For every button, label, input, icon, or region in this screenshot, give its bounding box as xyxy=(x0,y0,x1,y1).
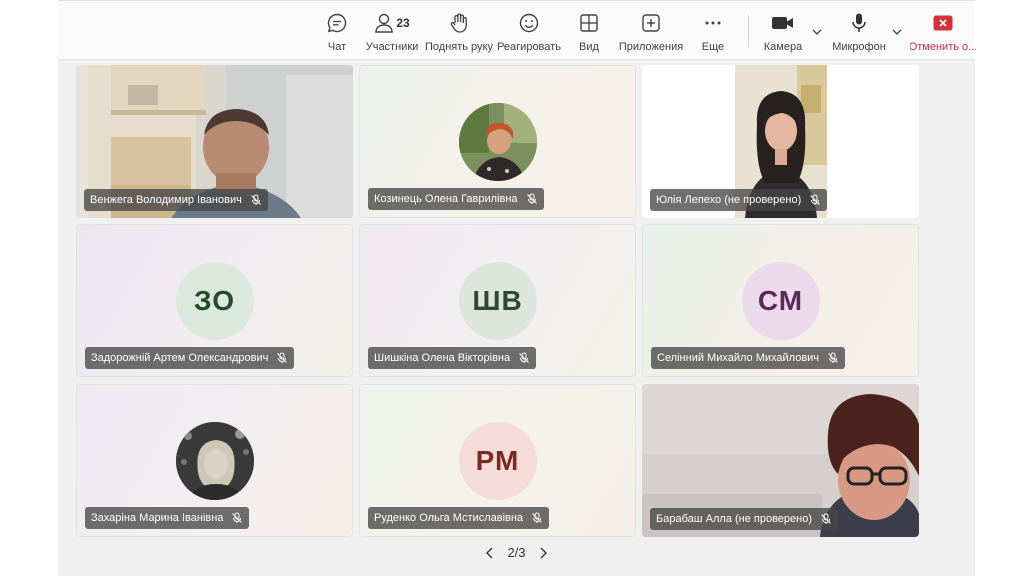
participants-label: Участники xyxy=(365,41,419,53)
participant-name-label: Шишкіна Олена Вікторівна xyxy=(368,347,537,369)
add-app-icon xyxy=(641,11,661,35)
mic-muted-icon xyxy=(809,194,821,206)
mic-muted-icon xyxy=(526,193,538,205)
participant-name-label: Барабаш Алла (не проверено) xyxy=(650,508,838,530)
view-button[interactable]: Вид xyxy=(576,11,602,57)
toolbar-divider xyxy=(748,15,749,47)
gallery-pager: 2/3 xyxy=(58,545,975,560)
participant-tile[interactable]: Барабаш Алла (не проверено) xyxy=(642,384,919,537)
apps-button[interactable]: Приложения xyxy=(618,11,684,57)
participant-name-label: Руденко Ольга Мстиславівна xyxy=(368,507,550,529)
microphone-label: Микрофон xyxy=(832,41,886,53)
participant-tile[interactable]: Юлія Лепехо (не проверено) xyxy=(642,65,919,218)
react-label: Реагировать xyxy=(497,41,561,53)
participant-name: Задорожній Артем Олександрович xyxy=(91,352,269,364)
microphone-options-chevron-icon[interactable] xyxy=(891,25,903,37)
participant-name-label: Задорожній Артем Олександрович xyxy=(85,347,295,369)
mic-muted-icon xyxy=(827,352,839,364)
participant-name-label: Юлія Лепехо (не проверено) xyxy=(650,189,828,211)
participants-icon-wrap: 23 xyxy=(374,11,410,35)
leave-x-icon xyxy=(933,11,953,35)
microphone-button[interactable]: Микрофон xyxy=(830,11,888,57)
raise-hand-button[interactable]: Поднять руку xyxy=(425,11,493,57)
mic-muted-icon xyxy=(250,194,262,206)
initials-avatar: СМ xyxy=(741,261,820,340)
participant-name: Руденко Ольга Мстиславівна xyxy=(374,512,524,524)
participant-tile[interactable]: Козинець Олена Гаврилівна xyxy=(359,65,636,218)
person-icon xyxy=(375,13,394,33)
participant-tile[interactable]: Венжега Володимир Іванович xyxy=(76,65,353,218)
participant-name: Венжега Володимир Іванович xyxy=(90,194,242,206)
leave-label: Отменить о... xyxy=(910,41,976,53)
participant-name-label: Захаріна Марина Іванівна xyxy=(85,507,250,529)
mic-muted-icon xyxy=(276,352,288,364)
initials-avatar: РМ xyxy=(458,421,537,500)
camera-icon xyxy=(771,11,795,35)
participant-tile[interactable]: ЗО Задорожній Артем Олександрович xyxy=(76,224,353,377)
raise-hand-label: Поднять руку xyxy=(425,41,493,53)
participant-name: Козинець Олена Гаврилівна xyxy=(374,193,518,205)
teams-meeting-window: Чат 23 Участники Поднять руку Реагироват… xyxy=(58,0,976,576)
smile-icon xyxy=(518,11,540,35)
mic-muted-icon xyxy=(231,512,243,524)
hand-icon xyxy=(449,11,469,35)
grid-view-icon xyxy=(579,11,599,35)
initials-avatar: ШВ xyxy=(458,261,537,340)
participant-name: Юлія Лепехо (не проверено) xyxy=(656,194,802,206)
participant-photo-avatar xyxy=(458,102,537,181)
initials-avatar: ЗО xyxy=(175,261,254,340)
participant-name-label: Селінний Михайло Михайлович xyxy=(651,347,846,369)
meeting-toolbar: Чат 23 Участники Поднять руку Реагироват… xyxy=(58,0,976,60)
chat-icon xyxy=(326,11,348,35)
participants-button[interactable]: 23 Участники xyxy=(366,11,418,57)
camera-button[interactable]: Камера xyxy=(762,11,804,57)
participant-name: Барабаш Алла (не проверено) xyxy=(656,513,812,525)
participant-photo-avatar xyxy=(175,421,254,500)
page-indicator: 2/3 xyxy=(507,545,526,560)
camera-label: Камера xyxy=(763,41,803,53)
microphone-icon xyxy=(849,11,869,35)
participant-tile[interactable]: РМ Руденко Ольга Мстиславівна xyxy=(359,384,636,537)
camera-options-chevron-icon[interactable] xyxy=(811,25,823,37)
more-dots-icon xyxy=(703,11,723,35)
leave-button[interactable]: Отменить о... xyxy=(910,11,976,57)
participant-name: Селінний Михайло Михайлович xyxy=(657,352,820,364)
next-page-chevron-icon[interactable] xyxy=(538,546,548,560)
participant-name-label: Венжега Володимир Іванович xyxy=(84,189,268,211)
chat-label: Чат xyxy=(327,41,347,53)
previous-page-chevron-icon[interactable] xyxy=(485,546,495,560)
participant-name-label: Козинець Олена Гаврилівна xyxy=(368,188,544,210)
participants-count: 23 xyxy=(396,16,410,30)
participant-name: Захаріна Марина Іванівна xyxy=(91,512,224,524)
more-button[interactable]: Еще xyxy=(700,11,726,57)
mic-muted-icon xyxy=(820,513,832,525)
participant-tile[interactable]: Захаріна Марина Іванівна xyxy=(76,384,353,537)
react-button[interactable]: Реагировать xyxy=(497,11,561,57)
more-label: Еще xyxy=(701,41,725,53)
mic-muted-icon xyxy=(518,352,530,364)
participant-tile[interactable]: СМ Селінний Михайло Михайлович xyxy=(642,224,919,377)
mic-muted-icon xyxy=(531,512,543,524)
participant-name: Шишкіна Олена Вікторівна xyxy=(374,352,511,364)
view-label: Вид xyxy=(579,41,599,53)
chat-button[interactable]: Чат xyxy=(322,11,352,57)
apps-label: Приложения xyxy=(618,41,684,53)
participant-tile[interactable]: ШВ Шишкіна Олена Вікторівна xyxy=(359,224,636,377)
